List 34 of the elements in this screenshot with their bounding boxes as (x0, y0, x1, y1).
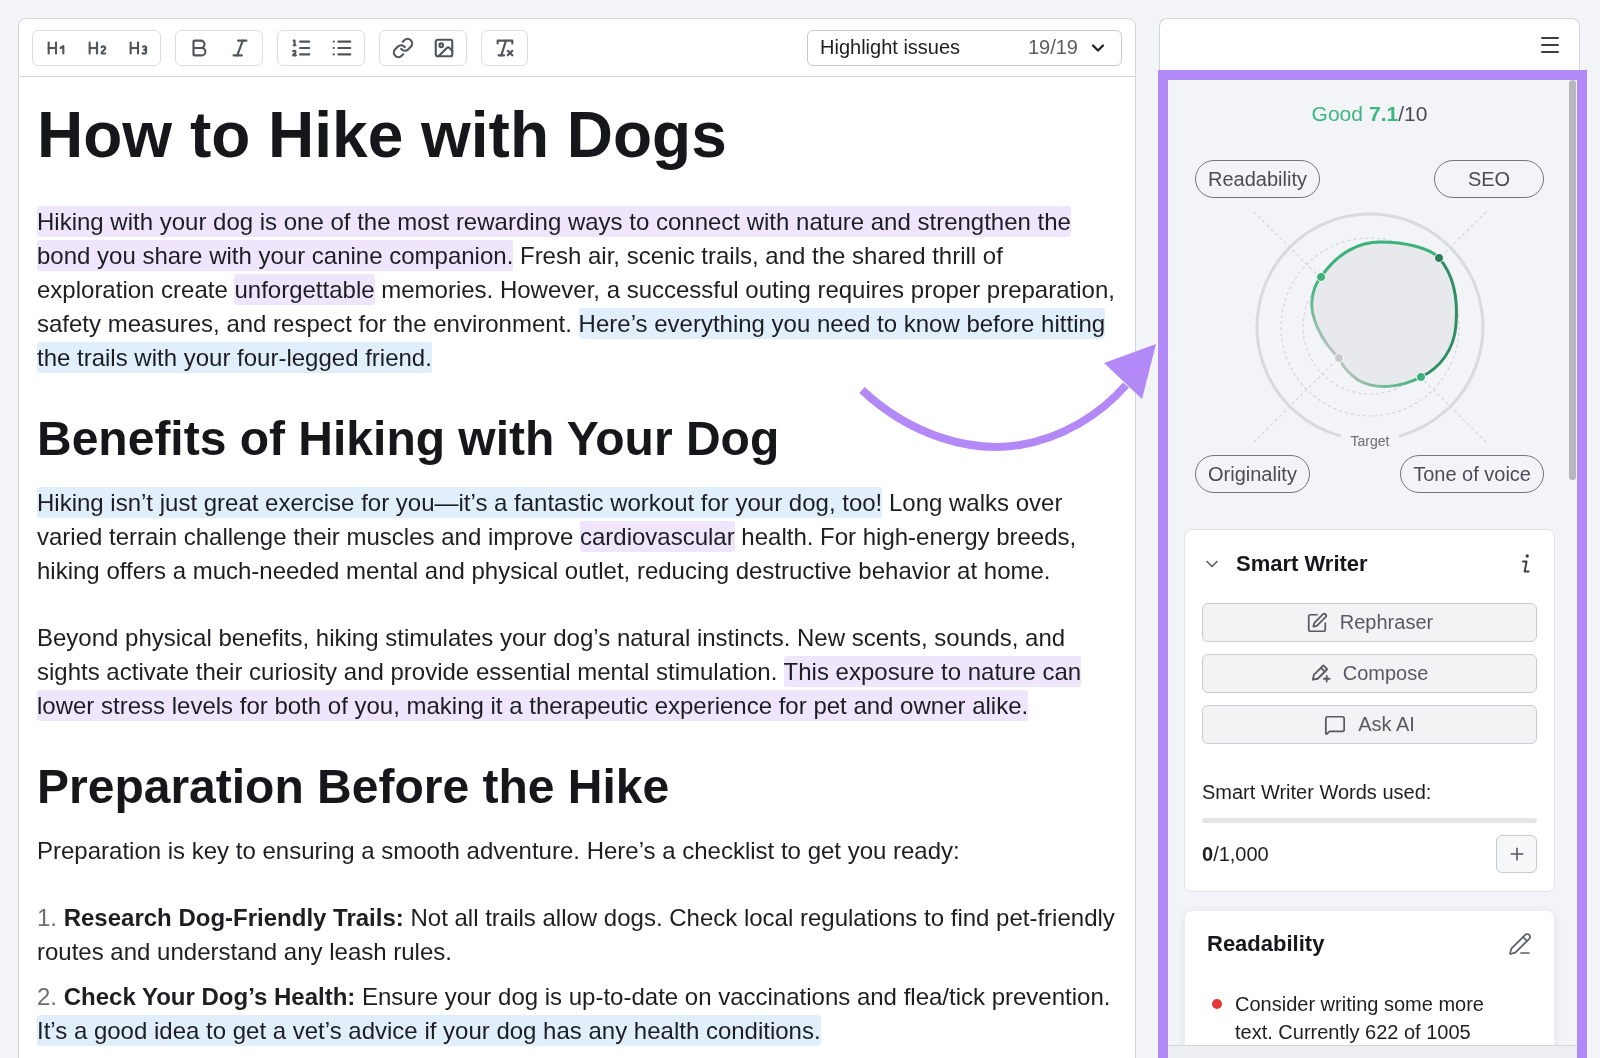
issue-text: Consider writing some more text. Currently 622 of 1005 (1235, 992, 1485, 1045)
target-label: Target (1350, 433, 1389, 449)
chat-bubble-icon (1324, 713, 1347, 736)
add-words-button[interactable] (1496, 835, 1537, 873)
usage-label: Smart Writer Words used: (1202, 780, 1433, 804)
paragraph: Preparation is key to ensuring a smooth adventure. Here’s a checklist to get you ready: (37, 836, 961, 866)
score-point (1433, 253, 1444, 263)
score-point (1333, 353, 1344, 363)
article-title: How to Hike with Dogs (37, 98, 728, 173)
numbered-list-item: 2. Check Your Dog’s Health: Ensure your dog is up-to-date on vaccinations and flea/tick prevention. It’s a good idea to get a vet’s advice if your dog has any health conditions. (37, 982, 1112, 1048)
scrollbar-thumb[interactable] (1569, 80, 1576, 480)
paragraph: Hiking isn’t just great exercise for you—it’s a fantastic workout for your dog, too! Long walks over varied terrain challenge their muscles and improve cardiovascular health. For high-energy breeds, hiking offers a much-needed mental and physical outlet, reducing destructive behavior at home. (37, 486, 1078, 586)
section-heading: Benefits of Hiking with Your Dog (37, 411, 781, 467)
score-point (1315, 272, 1326, 282)
pencil-sparkle-icon (1310, 663, 1331, 684)
pencil-icon[interactable] (1508, 932, 1532, 956)
ask-ai-button[interactable]: Ask AI (1202, 705, 1537, 744)
issue-count: 19/19 (1027, 36, 1078, 59)
highlight-dropdown[interactable]: Highlight issues 19/19 (807, 29, 1122, 66)
link-icon (391, 36, 414, 59)
card-title: Readability (1207, 931, 1325, 957)
edit-square-icon (1305, 611, 1328, 634)
word-count: 0/1,000 (1202, 842, 1269, 866)
info-icon[interactable] (1521, 554, 1530, 574)
numbered-list-item: 1. Research Dog-Friendly Trails: Not all trails allow dogs. Check local regulations to find pet-friendly routes and understand any leash rules. (37, 903, 1116, 967)
rephraser-button[interactable]: Rephraser (1202, 603, 1537, 642)
score-point (1415, 372, 1426, 382)
score-value: 7.1/10 (1369, 102, 1428, 126)
score-rating: Good (1311, 102, 1363, 126)
card-title: Smart Writer (1236, 551, 1368, 577)
image-icon (432, 36, 455, 59)
paragraph: Hiking with your dog is one of the most rewarding ways to connect with nature and strengthen the bond you share with your canine companion. Fresh air, scenic trails, and the shared thrill of exploration create unforgettable memories. However, a successful outing requires proper preparation, safety measures, and respect for the environment. Here’s everything you need to know before hitting the trails with your four-legged friend. (37, 205, 1116, 375)
compose-button[interactable]: Compose (1202, 654, 1537, 693)
section-heading: Preparation Before the Hike (37, 759, 671, 815)
